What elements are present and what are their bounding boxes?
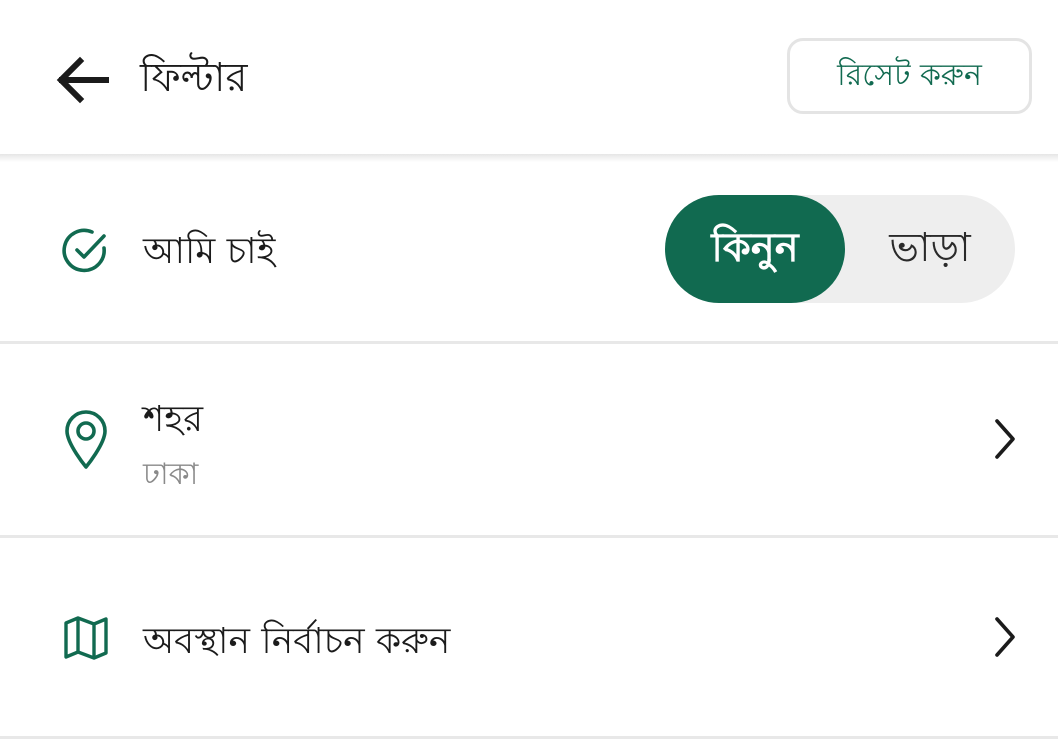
chevron-right-icon[interactable] — [984, 612, 1024, 662]
map-icon — [58, 608, 114, 668]
toggle-option-buy[interactable]: কিনুন — [665, 195, 845, 303]
buy-rent-toggle: কিনুন ভাড়া — [665, 195, 1015, 303]
chevron-right-icon[interactable] — [984, 414, 1024, 464]
toggle-option-rent[interactable]: ভাড়া — [845, 195, 1015, 303]
city-label: শহর — [143, 399, 204, 440]
back-button[interactable] — [52, 50, 112, 110]
page-title: ফিল্টার — [140, 55, 248, 101]
filter-screen: ফিল্টার রিসেট করুন আমি চাই কিনুন ভাড়া শ… — [0, 0, 1058, 741]
arrow-left-icon — [56, 56, 109, 104]
city-row[interactable]: শহর ঢাকা — [0, 344, 1058, 535]
intent-label: আমি চাই — [143, 231, 276, 272]
select-location-row[interactable]: অবস্থান নির্বাচন করুন — [0, 538, 1058, 736]
header-shadow — [0, 154, 1058, 162]
reset-button[interactable]: রিসেট করুন — [787, 38, 1032, 114]
divider — [0, 736, 1058, 739]
location-pin-icon — [58, 410, 114, 470]
city-value: ঢাকা — [143, 457, 199, 492]
check-circle-icon — [58, 220, 114, 280]
top-app-bar: ফিল্টার রিসেট করুন — [0, 0, 1058, 154]
select-location-label: অবস্থান নির্বাচন করুন — [143, 621, 451, 662]
